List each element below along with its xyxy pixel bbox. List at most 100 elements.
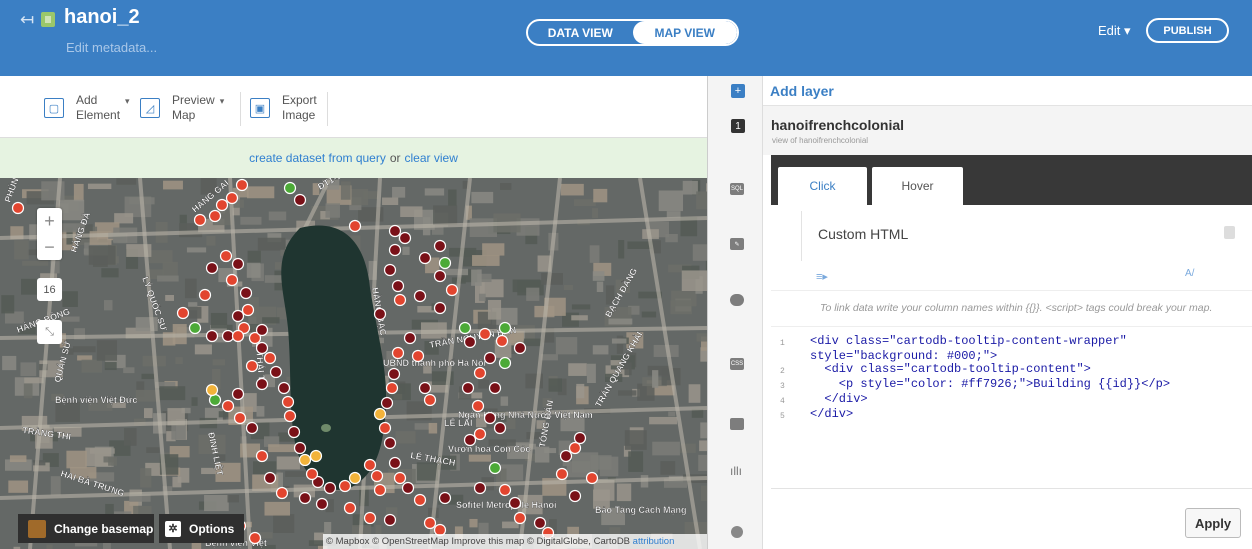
map-svg: ĐT1-1HÀNG GAIPHÚNGHÀNG ĐÀHÀNG BÔNG LÝ QUỐ… <box>0 178 707 549</box>
map-point-marker <box>483 351 497 365</box>
map-point-marker <box>471 399 485 413</box>
building-block <box>194 344 212 355</box>
layer-name[interactable]: hanoifrenchcolonial <box>771 117 904 133</box>
map-point-marker <box>373 483 387 497</box>
infowindow-icon[interactable] <box>730 294 744 306</box>
map-point-marker <box>231 329 245 343</box>
add-element-button[interactable]: ▢ Add Element ▾ <box>44 93 130 123</box>
sql-icon[interactable]: SQL <box>730 183 744 195</box>
data-view-button[interactable]: DATA VIEW <box>528 21 633 44</box>
map-point-marker <box>568 489 582 503</box>
edit-metadata-link[interactable]: Edit metadata... <box>66 40 157 55</box>
building-block <box>204 494 229 512</box>
building-block <box>73 183 84 202</box>
format-icon[interactable]: ≡▸ <box>816 270 828 283</box>
font-size-control[interactable]: A/ <box>1185 268 1194 279</box>
back-arrow-icon[interactable]: ↤ <box>20 10 34 30</box>
line-number: 3 <box>780 382 785 391</box>
building-block <box>206 235 216 246</box>
top-bar: ↤ hanoi_2 Edit metadata... DATA VIEW MAP… <box>0 0 1252 76</box>
add-layer-icon[interactable]: + <box>731 84 745 98</box>
html-code-editor[interactable]: 1 <div class="cartodb-tooltip-content-wra… <box>780 335 1252 485</box>
map-canvas[interactable]: ĐT1-1 HÀNG GAI PHÚNG HÀNG ĐÀ HÀNG BÔNG LÝ QUỐ… <box>0 178 707 549</box>
tab-click[interactable]: Click <box>778 167 867 205</box>
building-block <box>534 446 550 463</box>
map-view-button[interactable]: MAP VIEW <box>632 21 737 44</box>
building-block <box>146 447 160 453</box>
publish-button[interactable]: PUBLISH <box>1146 18 1229 43</box>
building-block <box>87 183 112 190</box>
building-block <box>175 357 183 365</box>
dataset-title[interactable]: hanoi_2 <box>64 6 140 29</box>
building-block <box>262 317 280 324</box>
map-point-marker <box>225 273 239 287</box>
add-layer-button[interactable]: Add layer <box>770 83 834 99</box>
export-image-button[interactable]: ▣ Export Image <box>250 93 317 123</box>
map-point-marker <box>245 421 259 435</box>
building-block <box>628 451 644 472</box>
map-point-marker <box>568 441 582 455</box>
building-block <box>699 440 707 452</box>
layer-number-badge[interactable]: 1 <box>731 119 745 133</box>
map-point-marker <box>458 321 472 335</box>
change-basemap-button[interactable]: Change basemap <box>18 514 154 543</box>
building-block <box>268 444 296 453</box>
options-button[interactable]: ✲ Options <box>159 514 244 543</box>
map-point-marker <box>348 471 362 485</box>
building-block <box>592 271 605 281</box>
edit-menu[interactable]: Edit ▾ <box>1098 23 1131 39</box>
tab-hover[interactable]: Hover <box>872 167 963 205</box>
cartodb-editor: ↤ hanoi_2 Edit metadata... DATA VIEW MAP… <box>0 0 1252 549</box>
attribution-link[interactable]: attribution <box>633 536 675 547</box>
map-point-marker <box>215 198 229 212</box>
street-label: Bệnh viện Việt Đức <box>55 395 137 405</box>
map-point-marker <box>383 436 397 450</box>
code-line: 2 <div class="cartodb-tooltip-content"> <box>780 363 1252 378</box>
building-block <box>428 422 438 434</box>
toggle-icon[interactable] <box>1224 226 1235 239</box>
building-block <box>416 462 439 481</box>
zoom-out-button[interactable]: − <box>37 234 62 260</box>
map-point-marker <box>378 421 392 435</box>
building-block <box>186 247 207 253</box>
map-point-marker <box>493 421 507 435</box>
merge-icon[interactable] <box>731 526 743 538</box>
building-block <box>424 188 445 196</box>
filters-icon[interactable]: ıllı <box>730 464 742 478</box>
create-dataset-link[interactable]: create dataset from query <box>249 151 386 165</box>
building-block <box>478 379 490 389</box>
building-block <box>116 178 137 185</box>
building-block <box>227 494 239 503</box>
street-label: UBND thành phố Hà Nội <box>383 358 486 368</box>
map-point-marker <box>221 399 235 413</box>
apply-button[interactable]: Apply <box>1185 508 1241 538</box>
add-element-icon: ▢ <box>44 98 64 118</box>
zoom-in-button[interactable]: + <box>37 208 62 234</box>
preview-map-button[interactable]: ◿ Preview Map ▾ <box>140 93 224 123</box>
clear-view-link[interactable]: clear view <box>405 151 458 165</box>
map-point-marker <box>423 393 437 407</box>
building-block <box>46 544 53 549</box>
map-point-marker <box>387 367 401 381</box>
building-block <box>526 287 540 301</box>
building-block <box>433 205 458 225</box>
map-point-marker <box>383 263 397 277</box>
building-block <box>253 461 277 475</box>
building-block <box>395 431 416 444</box>
template-hint: To link data write your column names wit… <box>820 302 1213 314</box>
map-point-marker <box>433 301 447 315</box>
building-block <box>608 318 633 325</box>
map-point-marker <box>445 283 459 297</box>
css-icon[interactable]: CSS <box>730 358 744 370</box>
map-point-marker <box>269 365 283 379</box>
building-block <box>589 245 600 263</box>
map-point-marker <box>488 381 502 395</box>
map-point-marker <box>263 471 277 485</box>
building-block <box>9 455 27 463</box>
legend-icon[interactable] <box>730 418 744 430</box>
fullscreen-icon[interactable]: ⤡ <box>37 320 62 344</box>
building-block <box>24 377 44 384</box>
building-block <box>658 190 684 212</box>
building-block <box>14 240 29 260</box>
wizard-icon[interactable]: ✎ <box>730 238 744 250</box>
